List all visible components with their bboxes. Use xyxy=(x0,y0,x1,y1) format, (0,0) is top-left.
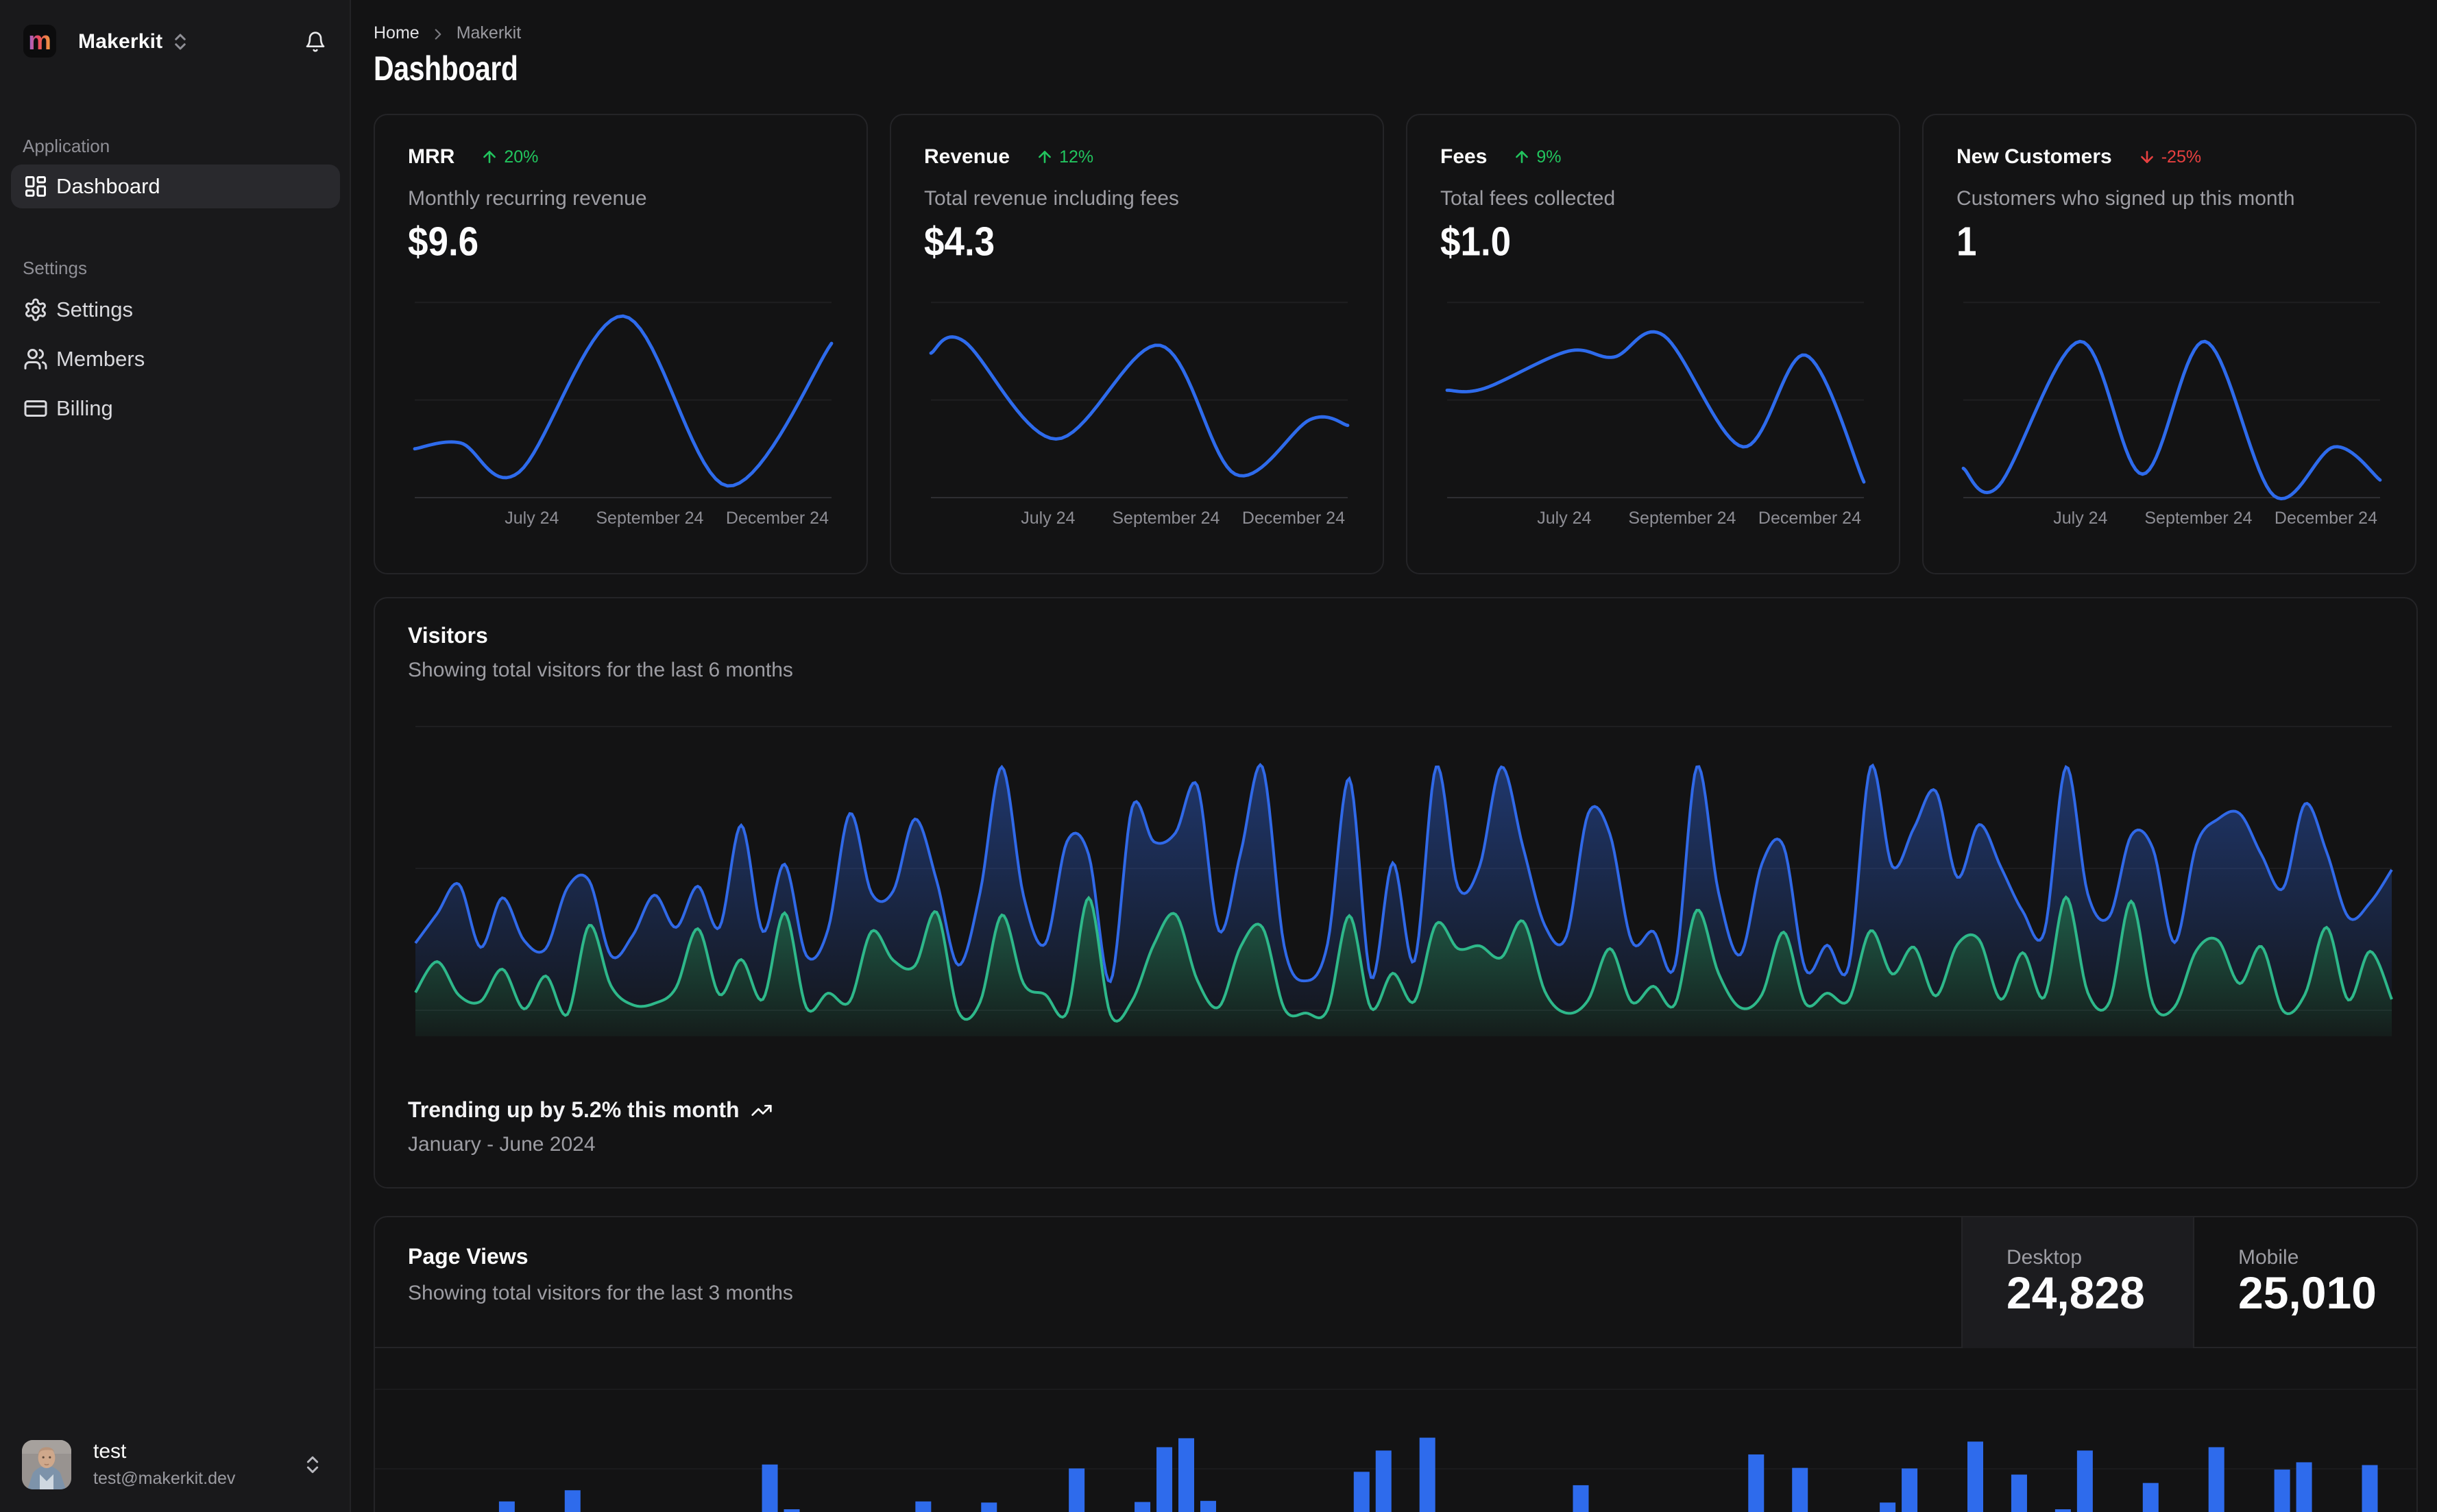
page-views-card: Page Views Showing total visitors for th… xyxy=(374,1216,2418,1512)
x-axis-label: September 24 xyxy=(596,509,704,528)
x-axis-label: December 24 xyxy=(725,509,829,528)
user-info: test test@makerkit.dev xyxy=(93,1440,235,1489)
x-axis-label: July 24 xyxy=(2053,509,2108,528)
breadcrumb: Home Makerkit xyxy=(374,23,521,43)
user-name: test xyxy=(93,1440,127,1463)
x-axis-label: September 24 xyxy=(1112,509,1220,528)
breadcrumb-current: Makerkit xyxy=(456,23,522,42)
sparkline-chart xyxy=(1961,302,2382,500)
x-axis-label: September 24 xyxy=(1628,509,1736,528)
tab-mobile-value: 25,010 xyxy=(2238,1267,2377,1318)
page-title: Dashboard xyxy=(374,49,518,88)
stat-card-revenue: Revenue 12% Total revenue including fees $4… xyxy=(890,114,1384,574)
sparkline-chart xyxy=(1445,302,1866,498)
x-axis-label: December 24 xyxy=(1241,509,1345,528)
tab-desktop[interactable]: Desktop 24,828 xyxy=(1961,1217,2193,1348)
tab-mobile-label: Mobile xyxy=(2238,1246,2299,1269)
sidebar-item-dashboard[interactable]: Dashboard xyxy=(11,164,340,208)
user-menu-button[interactable]: test test@makerkit.dev xyxy=(11,1429,340,1500)
stat-card-new-customers: New Customers -25% Customers who signed up… xyxy=(1922,114,2416,574)
app-root: m Makerkit Application Dashboard Setting… xyxy=(0,0,2437,1512)
x-axis-label: July 24 xyxy=(505,509,559,528)
settings-gear-icon xyxy=(23,297,48,322)
tab-desktop-label: Desktop xyxy=(2006,1246,2083,1269)
sparkline-chart xyxy=(929,302,1350,498)
breadcrumb-home[interactable]: Home xyxy=(374,23,420,43)
sidebar-item-billing[interactable]: Billing xyxy=(11,387,340,430)
bell-icon[interactable] xyxy=(304,30,326,53)
sidebar-item-label: Members xyxy=(56,347,145,371)
sidebar-header: m Makerkit xyxy=(0,0,350,88)
sidebar-item-label: Dashboard xyxy=(56,174,160,198)
chevron-right-icon xyxy=(429,25,447,43)
chevrons-up-down-icon[interactable] xyxy=(170,32,191,52)
page-views-title: Page Views xyxy=(408,1244,529,1269)
page-views-header: Page Views Showing total visitors for th… xyxy=(375,1217,2416,1348)
makerkit-logo[interactable]: m xyxy=(23,25,56,58)
sidebar-item-label: Billing xyxy=(56,396,113,420)
sidebar-item-settings[interactable]: Settings xyxy=(11,288,340,332)
visitors-period: January - June 2024 xyxy=(408,1133,596,1156)
user-avatar xyxy=(22,1440,71,1489)
sidebar-section-application: Application xyxy=(23,136,110,156)
sidebar: m Makerkit Application Dashboard Setting… xyxy=(0,0,351,1512)
sidebar-item-label: Settings xyxy=(56,297,134,321)
x-axis-label: December 24 xyxy=(1758,509,1861,528)
sidebar-item-members[interactable]: Members xyxy=(11,337,340,381)
credit-card-icon xyxy=(23,396,48,421)
workspace-name[interactable]: Makerkit xyxy=(78,30,162,53)
stat-card-mrr: MRR 20% Monthly recurring revenue $9.6 July … xyxy=(374,114,868,574)
svg-text:m: m xyxy=(28,27,51,56)
main-content: Home Makerkit Dashboard MRR 20% Monthly re… xyxy=(351,0,2437,1512)
stat-card-fees: Fees 9% Total fees collected $1.0 July 24 Sep… xyxy=(1406,114,1900,574)
sparkline-chart xyxy=(413,302,834,498)
layout-dashboard-icon xyxy=(23,174,48,199)
chevrons-up-down-icon xyxy=(302,1454,324,1476)
x-axis-label: July 24 xyxy=(1537,509,1592,528)
sidebar-section-settings: Settings xyxy=(23,258,87,278)
visitors-trend-text: Trending up by 5.2% this month xyxy=(408,1097,740,1122)
x-axis-label: July 24 xyxy=(1021,509,1076,528)
visitors-trend: Trending up by 5.2% this month xyxy=(408,1097,773,1123)
x-axis-label: December 24 xyxy=(2274,509,2377,528)
x-axis-label: September 24 xyxy=(2144,509,2253,528)
trending-up-icon xyxy=(751,1099,773,1121)
user-email: test@makerkit.dev xyxy=(93,1469,236,1488)
visitors-card: Visitors Showing total visitors for the … xyxy=(374,597,2418,1188)
users-icon xyxy=(23,347,48,371)
page-views-subtitle: Showing total visitors for the last 3 mo… xyxy=(408,1282,793,1304)
tab-desktop-value: 24,828 xyxy=(2006,1267,2145,1318)
tab-mobile[interactable]: Mobile 25,010 xyxy=(2193,1217,2416,1348)
